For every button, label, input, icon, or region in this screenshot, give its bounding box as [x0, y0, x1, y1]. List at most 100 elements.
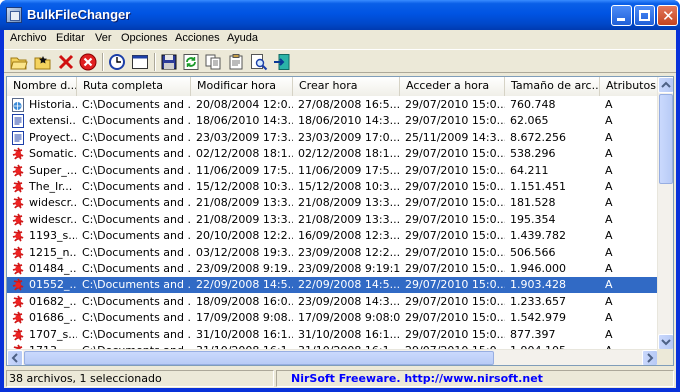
window-icon[interactable] — [131, 53, 149, 71]
cell-accessed: 25/11/2009 14:3... — [405, 130, 505, 144]
scroll-down-button[interactable] — [658, 334, 673, 350]
table-row[interactable]: Super_... C:\Documents and ... 11/06/2009 … — [7, 163, 663, 179]
properties-icon[interactable] — [227, 53, 245, 71]
status-file-count: 38 archivos, 1 seleccionado — [6, 370, 274, 387]
open-folder-icon[interactable] — [10, 53, 28, 71]
table-row[interactable]: widescr... C:\Documents and ... 21/08/2009… — [7, 195, 663, 211]
add-folder-icon[interactable] — [34, 53, 52, 71]
nirsoft-link[interactable]: NirSoft Freeware. http://www.nirsoft.net — [276, 370, 674, 387]
cell-attributes: A — [605, 229, 613, 243]
cell-name: widescr... — [29, 212, 77, 226]
exit-icon[interactable] — [273, 53, 291, 71]
menu-opciones[interactable]: Opciones — [119, 31, 169, 47]
table-row[interactable]: extensi... C:\Documents and ... 18/06/2010… — [7, 113, 663, 129]
table-row[interactable]: Proyect... C:\Documents and ... 23/03/2009… — [7, 130, 663, 146]
column-acceder-hora[interactable]: Acceder a hora — [400, 77, 505, 96]
cell-accessed: 29/07/2010 15:0... — [405, 278, 505, 292]
table-row[interactable]: 1193_s... C:\Documents and ... 20/10/2008 … — [7, 228, 663, 244]
find-icon[interactable] — [250, 53, 268, 71]
cell-path: C:\Documents and ... — [82, 130, 191, 144]
cell-created: 22/09/2008 14:5... — [298, 278, 400, 292]
cell-created: 21/08/2009 13:3... — [298, 196, 400, 210]
refresh-icon[interactable] — [182, 53, 200, 71]
cell-modified: 23/03/2009 17:3... — [196, 130, 293, 144]
client-area: Archivo Editar Ver Opciones Acciones Ayu… — [4, 30, 676, 388]
cell-size: 506.566 — [510, 245, 556, 259]
cell-name: 01552_... — [29, 278, 77, 292]
delete-icon[interactable] — [57, 53, 75, 71]
copy-icon[interactable] — [204, 53, 222, 71]
table-row[interactable]: Somatic... C:\Documents and ... 02/12/2008… — [7, 146, 663, 162]
cell-path: C:\Documents and ... — [82, 98, 191, 111]
cell-attributes: A — [605, 196, 613, 210]
table-row[interactable]: 1215_n... C:\Documents and ... 03/12/2008 … — [7, 245, 663, 261]
menu-archivo[interactable]: Archivo — [8, 31, 49, 47]
cell-size: 877.397 — [510, 327, 556, 341]
menu-acciones[interactable]: Acciones — [173, 31, 222, 47]
table-row[interactable]: 01686_... C:\Documents and ... 17/09/2008 … — [7, 310, 663, 326]
table-row[interactable]: 1707_s... C:\Documents and ... 31/10/2008 … — [7, 327, 663, 343]
cell-path: C:\Documents and ... — [82, 262, 191, 275]
column-nombre[interactable]: Nombre d... — [7, 77, 77, 96]
vertical-scrollbar[interactable] — [657, 77, 673, 350]
cell-path: C:\Documents and ... — [82, 229, 191, 243]
cell-attributes: A — [605, 98, 613, 111]
cell-size: 1.439.782 — [510, 229, 566, 243]
cell-size: 8.672.256 — [510, 130, 566, 144]
maximize-icon — [639, 10, 650, 21]
cell-created: 31/10/2008 16:1... — [298, 327, 400, 341]
table-row[interactable]: Historia... C:\Documents and ... 20/08/200… — [7, 97, 663, 113]
save-icon[interactable] — [160, 53, 178, 71]
cell-created: 23/03/2009 17:0... — [298, 130, 400, 144]
column-ruta[interactable]: Ruta completa — [77, 77, 191, 96]
column-modificar-hora[interactable]: Modificar hora — [191, 77, 293, 96]
cell-attributes: A — [605, 114, 613, 128]
maximize-button[interactable] — [634, 5, 655, 26]
column-tamano[interactable]: Tamaño de arc... — [505, 77, 600, 96]
cell-modified: 21/08/2009 13:3... — [196, 212, 293, 226]
table-row[interactable]: The_Ir... C:\Documents and ... 15/12/2008 … — [7, 179, 663, 195]
cell-attributes: A — [605, 311, 613, 325]
vertical-scroll-thumb[interactable] — [659, 94, 673, 184]
scroll-right-button[interactable] — [642, 350, 658, 365]
cell-modified: 03/12/2008 19:3... — [196, 245, 293, 259]
cell-modified: 15/12/2008 10:3... — [196, 180, 293, 193]
cell-name: Proyect... — [29, 130, 77, 144]
cell-name: Somatic... — [29, 147, 77, 161]
scroll-up-button[interactable] — [658, 77, 673, 93]
file-list[interactable]: Nombre d... Ruta completa Modificar hora… — [6, 76, 674, 366]
toolbar — [4, 49, 676, 73]
cell-accessed: 29/07/2010 15:0... — [405, 114, 505, 128]
cell-size: 1.151.451 — [510, 180, 566, 193]
cell-name: 01484_... — [29, 262, 77, 275]
cell-accessed: 29/07/2010 15:0... — [405, 212, 505, 226]
stop-icon[interactable] — [79, 53, 97, 71]
cell-name: 01682_... — [29, 294, 77, 308]
table-row[interactable]: 01682_... C:\Documents and ... 18/09/2008 … — [7, 294, 663, 310]
horizontal-scrollbar[interactable] — [7, 349, 658, 365]
horizontal-scroll-thumb[interactable] — [24, 351, 494, 365]
menu-ayuda[interactable]: Ayuda — [225, 31, 260, 47]
cell-name: 01686_... — [29, 311, 77, 325]
scroll-left-button[interactable] — [7, 350, 23, 365]
cell-path: C:\Documents and ... — [82, 278, 191, 292]
cell-name: The_Ir... — [29, 180, 73, 193]
cell-size: 1.233.657 — [510, 294, 566, 308]
toolbar-separator — [102, 53, 104, 71]
menu-editar[interactable]: Editar — [54, 31, 87, 47]
close-icon: ✕ — [662, 7, 675, 25]
table-row[interactable]: 01484_... C:\Documents and ... 23/09/2008 … — [7, 261, 663, 277]
table-row[interactable]: widescr... C:\Documents and ... 21/08/2009… — [7, 212, 663, 228]
window-title: BulkFileChanger — [27, 7, 131, 22]
column-crear-hora[interactable]: Crear hora — [293, 77, 400, 96]
menu-ver[interactable]: Ver — [93, 31, 114, 47]
cell-accessed: 29/07/2010 15:0... — [405, 294, 505, 308]
status-bar: 38 archivos, 1 seleccionado NirSoft Free… — [4, 368, 676, 388]
table-row[interactable]: 01552_... C:\Documents and ... 22/09/2008 … — [7, 277, 663, 294]
close-button[interactable]: ✕ — [657, 5, 678, 26]
minimize-button[interactable] — [611, 5, 632, 26]
title-bar[interactable]: BulkFileChanger ✕ — [0, 0, 680, 30]
cell-attributes: A — [605, 262, 613, 275]
clock-icon[interactable] — [108, 53, 126, 71]
column-atributos[interactable]: Atributos de — [600, 77, 663, 96]
